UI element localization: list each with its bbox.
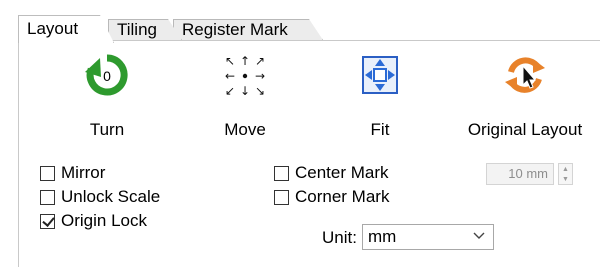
origin-lock-label: Origin Lock (61, 211, 147, 230)
unit-label: Unit: (322, 228, 357, 247)
spin-down-icon[interactable]: ▼ (559, 174, 572, 184)
spin-up-icon[interactable]: ▲ (559, 164, 572, 174)
fit-label: Fit (370, 120, 390, 139)
move-arrows-icon: ↖ ↑ ↗ ← → ↙ ↓ ↘ (225, 54, 265, 98)
unlock-scale-label: Unlock Scale (61, 187, 161, 206)
tab-register-mark-label: Register Mark (182, 20, 288, 39)
original-layout-button[interactable]: Original Layout (460, 52, 590, 140)
rotate-counter-icon: 0 (85, 54, 128, 96)
svg-text:←: ← (225, 69, 235, 83)
tab-layout-label: Layout (27, 19, 79, 38)
mark-size-field[interactable]: 10 mm (486, 163, 554, 185)
center-mark-label: Center Mark (295, 163, 389, 182)
turn-badge: 0 (103, 68, 111, 84)
svg-text:↖: ↖ (225, 54, 235, 68)
tab-tiling-label: Tiling (117, 20, 157, 39)
turn-button[interactable]: 0 Turn (42, 52, 172, 140)
turn-label: Turn (89, 120, 125, 139)
chevron-down-icon (473, 232, 485, 239)
mark-size-spinner[interactable]: 10 mm ▲ ▼ (486, 163, 573, 185)
center-mark-box[interactable] (274, 165, 289, 181)
tab-tiling[interactable]: Tiling (108, 19, 182, 40)
svg-text:↓: ↓ (240, 84, 250, 98)
svg-text:↗: ↗ (255, 54, 265, 68)
origin-lock-box[interactable] (40, 213, 55, 229)
spinner-arrows[interactable]: ▲ ▼ (558, 163, 573, 185)
tab-layout[interactable]: Layout (18, 15, 114, 43)
unit-select[interactable]: mm (362, 224, 494, 250)
unlock-scale-box[interactable] (40, 189, 55, 205)
original-layout-label: Original Layout (467, 120, 583, 139)
corner-mark-checkbox[interactable]: Corner Mark (274, 186, 389, 208)
fit-to-page-icon (362, 56, 398, 94)
move-button[interactable]: ↖ ↑ ↗ ← → ↙ ↓ ↘ Move (180, 52, 310, 140)
move-label: Move (224, 120, 266, 139)
reset-layout-icon (505, 57, 545, 93)
unit-selected-value: mm (368, 227, 397, 246)
mirror-label: Mirror (61, 163, 106, 182)
fit-button[interactable]: Fit (315, 52, 445, 140)
tab-register-mark[interactable]: Register Mark (173, 19, 323, 40)
svg-text:→: → (255, 69, 265, 83)
svg-text:↑: ↑ (240, 54, 250, 68)
svg-text:↘: ↘ (255, 84, 265, 98)
corner-mark-label: Corner Mark (295, 187, 390, 206)
origin-lock-checkbox[interactable]: Origin Lock (40, 210, 147, 232)
svg-text:↙: ↙ (225, 84, 235, 98)
mirror-box[interactable] (40, 165, 55, 181)
unlock-scale-checkbox[interactable]: Unlock Scale (40, 186, 160, 208)
center-mark-checkbox[interactable]: Center Mark (274, 162, 389, 184)
mirror-checkbox[interactable]: Mirror (40, 162, 105, 184)
corner-mark-box[interactable] (274, 189, 289, 205)
